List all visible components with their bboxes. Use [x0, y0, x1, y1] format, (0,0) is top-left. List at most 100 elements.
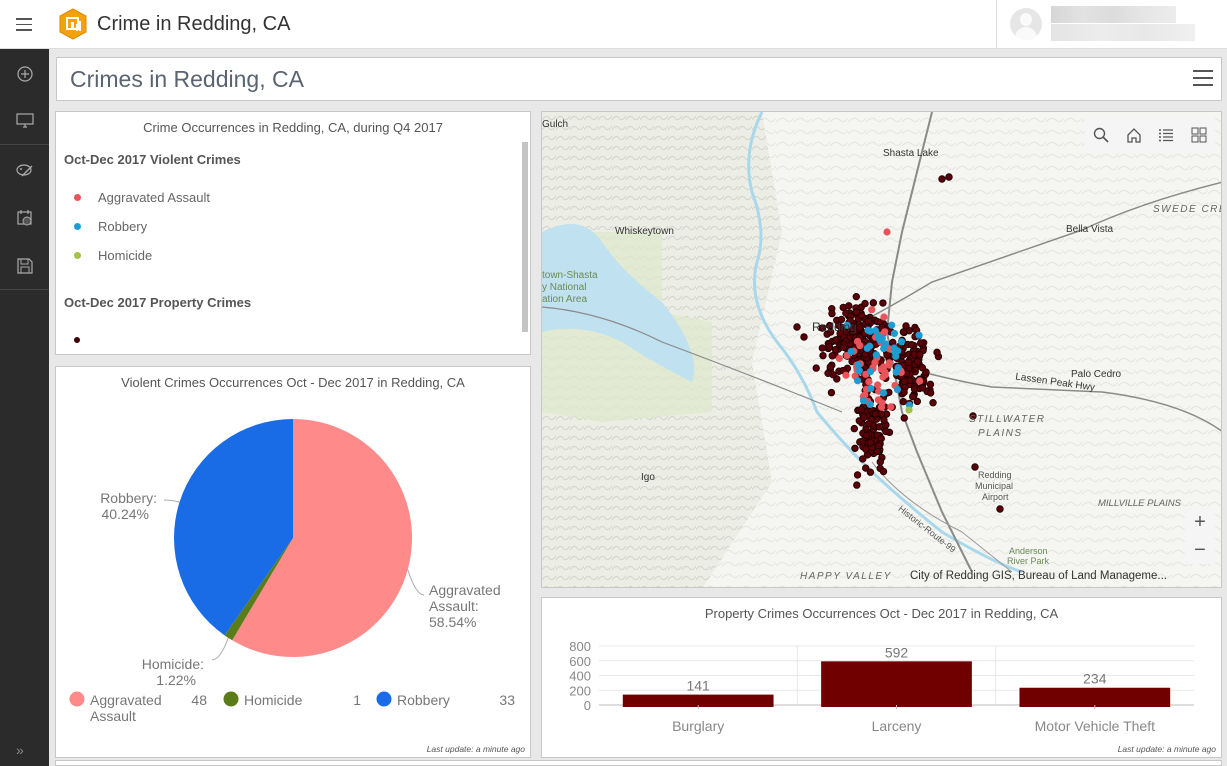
basemap-gallery-icon[interactable]: [1188, 124, 1210, 146]
assault-point[interactable]: [865, 378, 873, 386]
property-crime-point[interactable]: [812, 364, 820, 372]
property-crime-point[interactable]: [819, 351, 827, 360]
property-crime-point[interactable]: [938, 175, 946, 183]
property-crime-point[interactable]: [900, 377, 909, 386]
robbery-point[interactable]: [871, 326, 880, 335]
robbery-point[interactable]: [879, 389, 888, 397]
layer-list-icon[interactable]: [1155, 124, 1177, 146]
dashboard-menu-button[interactable]: [1193, 70, 1213, 88]
property-crime-point[interactable]: [871, 410, 880, 418]
property-crime-point[interactable]: [859, 455, 867, 463]
property-crime-point[interactable]: [852, 292, 860, 301]
property-crime-point[interactable]: [860, 413, 868, 422]
property-crime-point[interactable]: [919, 384, 927, 392]
legend-label[interactable]: Robbery: [397, 692, 450, 708]
bar[interactable]: [821, 661, 972, 707]
property-crime-point[interactable]: [852, 308, 861, 316]
theme-icon[interactable]: [12, 157, 38, 183]
property-crime-point[interactable]: [839, 343, 847, 351]
property-crime-point[interactable]: [900, 388, 908, 396]
property-crime-point[interactable]: [933, 348, 941, 357]
property-crime-point[interactable]: [827, 388, 836, 397]
legend-label[interactable]: Aggravated Assault: [90, 692, 162, 724]
robbery-point[interactable]: [881, 340, 890, 348]
zoom-in-button[interactable]: +: [1185, 508, 1215, 536]
map-panel[interactable]: Gulch Shasta Lake Whiskeytown Bella Vist…: [541, 111, 1222, 588]
legend-swatch[interactable]: [376, 691, 392, 707]
property-crime-point[interactable]: [828, 352, 836, 360]
property-crime-point[interactable]: [913, 358, 922, 366]
property-crime-point[interactable]: [876, 458, 884, 466]
property-crime-point[interactable]: [908, 392, 917, 401]
assault-point[interactable]: [877, 403, 886, 411]
property-crime-point[interactable]: [850, 424, 859, 433]
assault-point[interactable]: [880, 313, 888, 321]
property-crime-point[interactable]: [866, 468, 875, 476]
settings-icon[interactable]: [12, 205, 38, 231]
property-crime-point[interactable]: [818, 344, 827, 352]
property-crime-point[interactable]: [865, 420, 873, 428]
avatar[interactable]: [1010, 8, 1042, 40]
robbery-point[interactable]: [863, 344, 871, 352]
property-crime-point[interactable]: [869, 299, 878, 307]
zoom-out-button[interactable]: −: [1185, 536, 1215, 564]
assault-point[interactable]: [842, 371, 850, 379]
assault-point[interactable]: [883, 228, 891, 236]
robbery-point[interactable]: [854, 361, 862, 369]
property-crime-point[interactable]: [879, 467, 888, 476]
property-crime-point[interactable]: [902, 322, 910, 330]
property-crime-point[interactable]: [861, 445, 870, 453]
property-crime-point[interactable]: [918, 364, 927, 372]
property-crime-point[interactable]: [873, 447, 882, 456]
property-crime-point[interactable]: [996, 505, 1004, 513]
user-menu[interactable]: [996, 0, 1227, 48]
robbery-point[interactable]: [847, 347, 855, 356]
property-crime-point[interactable]: [861, 299, 869, 308]
map-attribution[interactable]: City of Redding GIS, Bureau of Land Mana…: [910, 570, 1167, 582]
property-crime-point[interactable]: [879, 299, 887, 307]
property-crime-point[interactable]: [855, 324, 864, 332]
robbery-point[interactable]: [915, 331, 923, 339]
property-crime-point[interactable]: [880, 416, 888, 424]
assault-point[interactable]: [877, 365, 885, 373]
property-crime-point[interactable]: [866, 439, 875, 447]
robbery-point[interactable]: [866, 400, 874, 408]
assault-point[interactable]: [881, 328, 889, 336]
property-crime-point[interactable]: [904, 358, 913, 366]
property-crime-point[interactable]: [851, 444, 859, 452]
assault-point[interactable]: [874, 396, 883, 404]
property-crime-point[interactable]: [926, 380, 935, 389]
robbery-point[interactable]: [893, 385, 902, 394]
robbery-point[interactable]: [888, 321, 896, 329]
property-crime-point[interactable]: [858, 406, 866, 414]
robbery-point[interactable]: [872, 351, 880, 359]
map-basemap[interactable]: [542, 112, 1222, 588]
add-icon[interactable]: [12, 61, 38, 87]
assault-point[interactable]: [916, 377, 924, 385]
property-crime-point[interactable]: [900, 414, 908, 422]
property-crime-point[interactable]: [793, 323, 801, 331]
robbery-point[interactable]: [890, 329, 899, 338]
property-crime-point[interactable]: [875, 423, 884, 431]
property-crime-point[interactable]: [862, 431, 871, 440]
property-crime-point[interactable]: [917, 339, 925, 347]
property-crime-point[interactable]: [910, 385, 919, 393]
robbery-point[interactable]: [866, 367, 875, 376]
property-crime-point[interactable]: [864, 317, 873, 326]
property-crime-point[interactable]: [929, 399, 937, 407]
hamburger-menu-button[interactable]: [14, 14, 34, 34]
property-crime-point[interactable]: [853, 481, 861, 489]
legend-swatch[interactable]: [223, 691, 239, 707]
property-crime-point[interactable]: [907, 340, 916, 349]
property-crime-point[interactable]: [828, 309, 836, 318]
robbery-point[interactable]: [854, 377, 862, 385]
display-icon[interactable]: [12, 108, 38, 134]
property-crime-point[interactable]: [826, 363, 834, 371]
save-icon[interactable]: [12, 253, 38, 279]
property-crime-point[interactable]: [883, 351, 891, 359]
property-crime-point[interactable]: [926, 389, 935, 397]
property-crime-point[interactable]: [945, 173, 953, 181]
property-crime-point[interactable]: [825, 343, 834, 351]
assault-point[interactable]: [835, 354, 843, 363]
legend-label[interactable]: Homicide: [244, 692, 303, 708]
